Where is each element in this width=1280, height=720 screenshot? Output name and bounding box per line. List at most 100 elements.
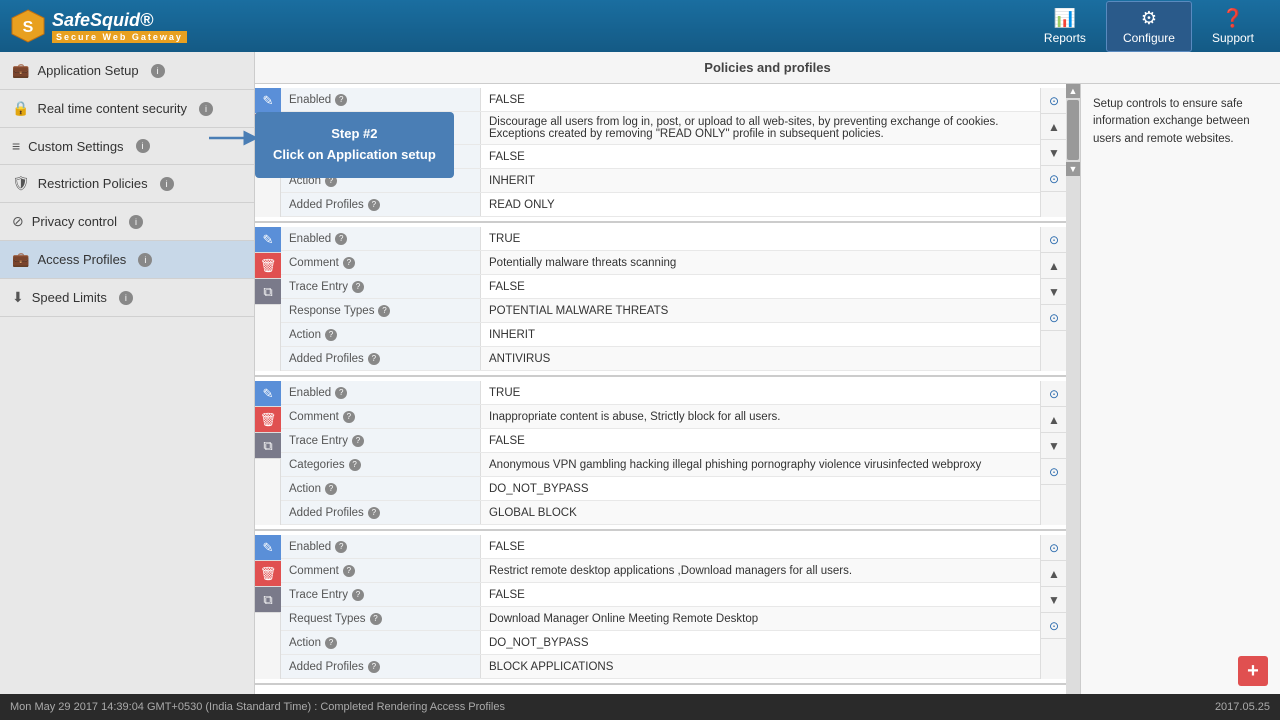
policy-wrapper-2: ✎ 🗑 ⧉ Enabled?TRUEComment?Inappropriate …: [255, 381, 1066, 525]
edit-btn-3[interactable]: ✎: [255, 535, 281, 561]
edit-btn-1[interactable]: ✎: [255, 227, 281, 253]
logo: S SafeSquid® Secure Web Gateway: [10, 8, 187, 44]
ctrl-info-1[interactable]: ⊙: [1041, 305, 1066, 331]
ctrl-up-0[interactable]: ▲: [1041, 114, 1066, 140]
label-help-3-2: ?: [352, 589, 364, 601]
scrollbar[interactable]: ▲ ▼: [1066, 84, 1080, 694]
row-value-3-1: Restrict remote desktop applications ,Do…: [481, 559, 1040, 582]
ctrl-info-3[interactable]: ⊙: [1041, 613, 1066, 639]
policy-row-0-0: Enabled?FALSE: [281, 88, 1040, 112]
scroll-thumb[interactable]: [1067, 100, 1079, 160]
label-help-2-3: ?: [349, 459, 361, 471]
row-value-3-3: Download Manager Online Meeting Remote D…: [481, 607, 1040, 630]
fab-button[interactable]: +: [1238, 656, 1268, 686]
row-label-1-1: Comment?: [281, 251, 481, 274]
sidebar-item-real-time-content-security[interactable]: 🔒 Real time content security i: [0, 90, 254, 128]
label-help-0-0: ?: [335, 94, 347, 106]
tooltip-arrow-svg: [207, 126, 257, 150]
sidebar-item-restriction-policies[interactable]: 🛡 Restriction Policies i: [0, 165, 254, 203]
row-value-1-4: INHERIT: [481, 323, 1040, 346]
ctrl-down-3[interactable]: ▼: [1041, 587, 1066, 613]
label-text-1-1: Comment: [289, 257, 339, 269]
delete-btn-2[interactable]: 🗑: [255, 407, 281, 433]
value-text-3-4: DO_NOT_BYPASS: [489, 637, 589, 649]
label-text-1-5: Added Profiles: [289, 353, 364, 365]
ctrl-info-2[interactable]: ⊙: [1041, 459, 1066, 485]
restriction-policies-label: Restriction Policies: [38, 176, 148, 191]
ctrl-down-1[interactable]: ▼: [1041, 279, 1066, 305]
edit-btn-2[interactable]: ✎: [255, 381, 281, 407]
app-header: S SafeSquid® Secure Web Gateway 📊Reports…: [0, 0, 1280, 52]
ctrl-info-0[interactable]: ⊙: [1041, 166, 1066, 192]
status-bar: Mon May 29 2017 14:39:04 GMT+0530 (India…: [0, 694, 1280, 720]
copy-btn-1[interactable]: ⧉: [255, 279, 281, 305]
row-label-1-4: Action?: [281, 323, 481, 346]
nav-item-reports[interactable]: 📊Reports: [1028, 2, 1102, 51]
privacy-control-icon: ⊘: [12, 213, 24, 230]
row-label-2-2: Trace Entry?: [281, 429, 481, 452]
ctrl-reset-3[interactable]: ⊙: [1041, 535, 1066, 561]
row-label-2-1: Comment?: [281, 405, 481, 428]
label-text-2-4: Action: [289, 483, 321, 495]
privacy-control-help-icon: i: [129, 215, 143, 229]
copy-btn-2[interactable]: ⧉: [255, 433, 281, 459]
ctrl-up-3[interactable]: ▲: [1041, 561, 1066, 587]
label-help-2-2: ?: [352, 435, 364, 447]
ctrl-reset-1[interactable]: ⊙: [1041, 227, 1066, 253]
nav-item-support[interactable]: ❓Support: [1196, 2, 1270, 51]
custom-settings-help-icon: i: [136, 139, 150, 153]
nav-item-configure[interactable]: ⚙Configure: [1106, 1, 1192, 52]
ctrl-reset-0[interactable]: ⊙: [1041, 88, 1066, 114]
ctrl-down-2[interactable]: ▼: [1041, 433, 1066, 459]
label-text-3-3: Request Types: [289, 613, 366, 625]
info-panel: Setup controls to ensure safe informatio…: [1080, 84, 1280, 694]
ctrl-up-1[interactable]: ▲: [1041, 253, 1066, 279]
scroll-up-btn[interactable]: ▲: [1066, 84, 1080, 98]
custom-settings-icon: ≡: [12, 138, 20, 154]
sidebar-item-access-profiles[interactable]: 💼 Access Profiles i: [0, 241, 254, 279]
support-icon: ❓: [1222, 8, 1244, 29]
value-text-1-2: FALSE: [489, 281, 525, 293]
sidebar-item-speed-limits[interactable]: ⬇ Speed Limits i: [0, 279, 254, 317]
label-help-1-0: ?: [335, 233, 347, 245]
delete-btn-3[interactable]: 🗑: [255, 561, 281, 587]
sidebar-item-privacy-control[interactable]: ⊘ Privacy control i: [0, 203, 254, 241]
logo-subtitle: Secure Web Gateway: [52, 31, 187, 43]
row-value-1-5: ANTIVIRUS: [481, 347, 1040, 370]
label-text-3-1: Comment: [289, 565, 339, 577]
ctrl-up-2[interactable]: ▲: [1041, 407, 1066, 433]
edit-btn-0[interactable]: ✎: [255, 88, 281, 114]
label-help-2-0: ?: [335, 387, 347, 399]
value-text-0-4: READ ONLY: [489, 199, 555, 211]
access-profiles-icon: 💼: [12, 251, 29, 268]
label-help-2-4: ?: [325, 483, 337, 495]
value-text-2-3: Anonymous VPN gambling hacking illegal p…: [489, 459, 981, 471]
row-label-2-5: Added Profiles?: [281, 501, 481, 524]
label-help-2-5: ?: [368, 507, 380, 519]
policy-row-2-5: Added Profiles? GLOBAL BLOCK: [281, 501, 1040, 525]
delete-btn-1[interactable]: 🗑: [255, 253, 281, 279]
ctrl-down-0[interactable]: ▼: [1041, 140, 1066, 166]
policy-left-actions-3: ✎ 🗑 ⧉: [255, 535, 281, 679]
sidebar-item-application-setup[interactable]: 💼 Application Setup i: [0, 52, 254, 90]
ctrl-reset-2[interactable]: ⊙: [1041, 381, 1066, 407]
value-text-2-5: GLOBAL BLOCK: [489, 507, 577, 519]
scroll-down-btn[interactable]: ▼: [1066, 162, 1080, 176]
policy-left-actions-1: ✎ 🗑 ⧉: [255, 227, 281, 371]
speed-limits-icon: ⬇: [12, 289, 24, 306]
label-help-0-4: ?: [368, 199, 380, 211]
label-text-3-5: Added Profiles: [289, 661, 364, 673]
policy-row-2-1: Comment?Inappropriate content is abuse, …: [281, 405, 1040, 429]
policy-right-controls-3: ⊙ ▲ ▼ ⊙: [1040, 535, 1066, 679]
label-help-3-4: ?: [325, 637, 337, 649]
row-label-3-3: Request Types?: [281, 607, 481, 630]
value-text-3-5: BLOCK APPLICATIONS: [489, 661, 613, 673]
label-text-3-4: Action: [289, 637, 321, 649]
status-text: Mon May 29 2017 14:39:04 GMT+0530 (India…: [10, 701, 505, 713]
value-text-1-0: TRUE: [489, 233, 520, 245]
policy-row-3-3: Request Types?Download Manager Online Me…: [281, 607, 1040, 631]
value-text-0-0: FALSE: [489, 94, 525, 106]
copy-btn-3[interactable]: ⧉: [255, 587, 281, 613]
privacy-control-label: Privacy control: [32, 214, 117, 229]
row-label-1-5: Added Profiles?: [281, 347, 481, 370]
